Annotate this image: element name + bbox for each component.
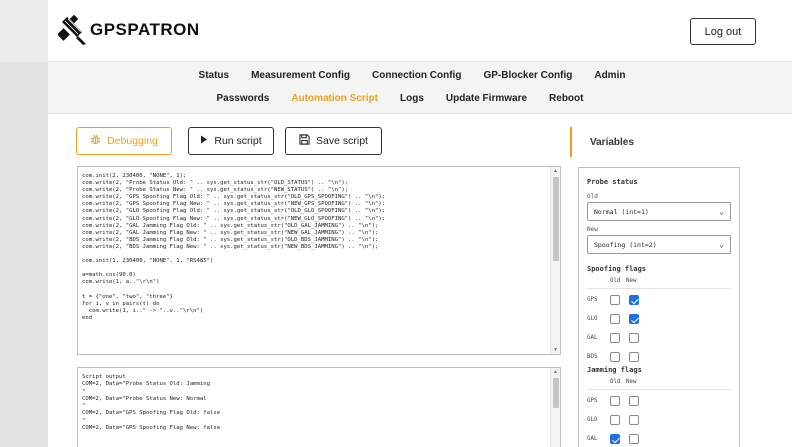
side-background (0, 62, 48, 447)
variables-header: Variables (570, 127, 634, 157)
probe-status-old-select[interactable]: Normal (int=1) ⌄ (587, 202, 731, 221)
probe-status-heading: Probe status (587, 178, 638, 186)
scroll-up-icon[interactable]: ▲ (553, 369, 558, 375)
satellite-logo-icon (57, 14, 88, 46)
variables-title: Variables (590, 136, 634, 148)
spoofing-row-label: GLO (587, 316, 598, 322)
scroll-down-icon[interactable]: ▼ (553, 347, 558, 353)
chevron-down-icon: ⌄ (719, 207, 724, 216)
jamming-gps-new-checkbox[interactable] (629, 396, 639, 406)
nav-update-firmware[interactable]: Update Firmware (446, 93, 527, 104)
probe-status-new-value: Spoofing (int=2) (594, 240, 657, 249)
logo: GPSPATRON (57, 14, 200, 46)
jamming-col-new: New (626, 379, 637, 385)
jamming-row-label: GPS (587, 398, 598, 404)
probe-status-new-label: New (587, 226, 598, 233)
spoofing-gal-old-checkbox[interactable] (610, 333, 620, 343)
editor-scroll-thumb[interactable] (553, 177, 559, 261)
jamming-gps-old-checkbox[interactable] (610, 396, 620, 406)
spoofing-col-new: New (626, 278, 637, 284)
save-script-button[interactable]: Save script (285, 127, 382, 155)
scroll-up-icon[interactable]: ▲ (553, 168, 558, 174)
nav-connection-config[interactable]: Connection Config (372, 70, 461, 81)
output-scroll-thumb[interactable] (553, 378, 559, 408)
probe-status-old-label: Old (587, 193, 598, 200)
jamming-row-label: GAL (587, 436, 598, 442)
spoofing-flags-heading: Spoofing flags (587, 265, 647, 273)
logo-text: GPSPATRON (90, 20, 200, 39)
nav-logs[interactable]: Logs (400, 93, 424, 104)
jamming-gal-old-checkbox[interactable] (610, 434, 620, 444)
spoofing-row-label: GPS (587, 297, 598, 303)
script-editor[interactable]: com.init(2, 230400, "NONE", 1); com.writ… (77, 166, 561, 355)
jamming-col-old: Old (610, 379, 621, 385)
bug-icon (90, 134, 101, 148)
spoofing-gal-new-checkbox[interactable] (629, 333, 639, 343)
spoofing-bds-old-checkbox[interactable] (610, 352, 620, 362)
top-bar: GPSPATRON Log out (48, 0, 792, 62)
jamming-glo-old-checkbox[interactable] (610, 415, 620, 425)
chevron-down-icon: ⌄ (719, 240, 724, 249)
spoofing-col-old: Old (610, 278, 621, 284)
nav-status[interactable]: Status (199, 70, 230, 81)
spoofing-row-label: GAL (587, 335, 598, 341)
nav-passwords[interactable]: Passwords (217, 93, 270, 104)
jamming-flags-heading: Jamming flags (587, 366, 642, 374)
jamming-row-label: GLO (587, 417, 598, 423)
nav-row-2: Passwords Automation Script Logs Update … (28, 93, 772, 104)
main-navigation: Status Measurement Config Connection Con… (48, 62, 792, 114)
probe-status-new-select[interactable]: Spoofing (int=2) ⌄ (587, 235, 731, 254)
jamming-gal-new-checkbox[interactable] (629, 434, 639, 444)
nav-admin[interactable]: Admin (594, 70, 625, 81)
spoofing-gps-new-checkbox[interactable] (629, 295, 639, 305)
spoofing-row-label: BDS (587, 354, 598, 360)
run-script-button[interactable]: Run script (188, 127, 274, 155)
jamming-glo-new-checkbox[interactable] (629, 415, 639, 425)
nav-automation-script[interactable]: Automation Script (291, 93, 378, 104)
editor-scrollbar[interactable]: ▲ ▼ (550, 167, 560, 354)
page: GPSPATRON Log out Status Measurement Con… (48, 0, 792, 447)
script-output: Script output COM=2, Data="Probe Status … (77, 367, 561, 447)
floppy-disk-icon (299, 134, 310, 148)
run-script-label: Run script (214, 135, 262, 147)
output-scrollbar[interactable]: ▲ (550, 368, 560, 447)
nav-gp-blocker-config[interactable]: GP-Blocker Config (483, 70, 572, 81)
debugging-label: Debugging (107, 135, 158, 147)
spoofing-glo-old-checkbox[interactable] (610, 314, 620, 324)
save-script-label: Save script (316, 135, 368, 147)
divider (587, 288, 731, 289)
script-output-text: Script output COM=2, Data="Probe Status … (82, 374, 221, 432)
divider (587, 389, 731, 390)
variables-panel: Probe status Old Normal (int=1) ⌄ New Sp… (578, 167, 740, 447)
spoofing-gps-old-checkbox[interactable] (610, 295, 620, 305)
nav-row-1: Status Measurement Config Connection Con… (40, 70, 784, 81)
logout-button[interactable]: Log out (690, 18, 756, 45)
debugging-button[interactable]: Debugging (76, 127, 172, 155)
nav-measurement-config[interactable]: Measurement Config (251, 70, 350, 81)
spoofing-bds-new-checkbox[interactable] (629, 352, 639, 362)
play-icon (200, 135, 208, 147)
probe-status-old-value: Normal (int=1) (594, 207, 649, 216)
nav-reboot[interactable]: Reboot (549, 93, 583, 104)
spoofing-glo-new-checkbox[interactable] (629, 314, 639, 324)
script-code[interactable]: com.init(2, 230400, "NONE", 1); com.writ… (78, 167, 560, 322)
